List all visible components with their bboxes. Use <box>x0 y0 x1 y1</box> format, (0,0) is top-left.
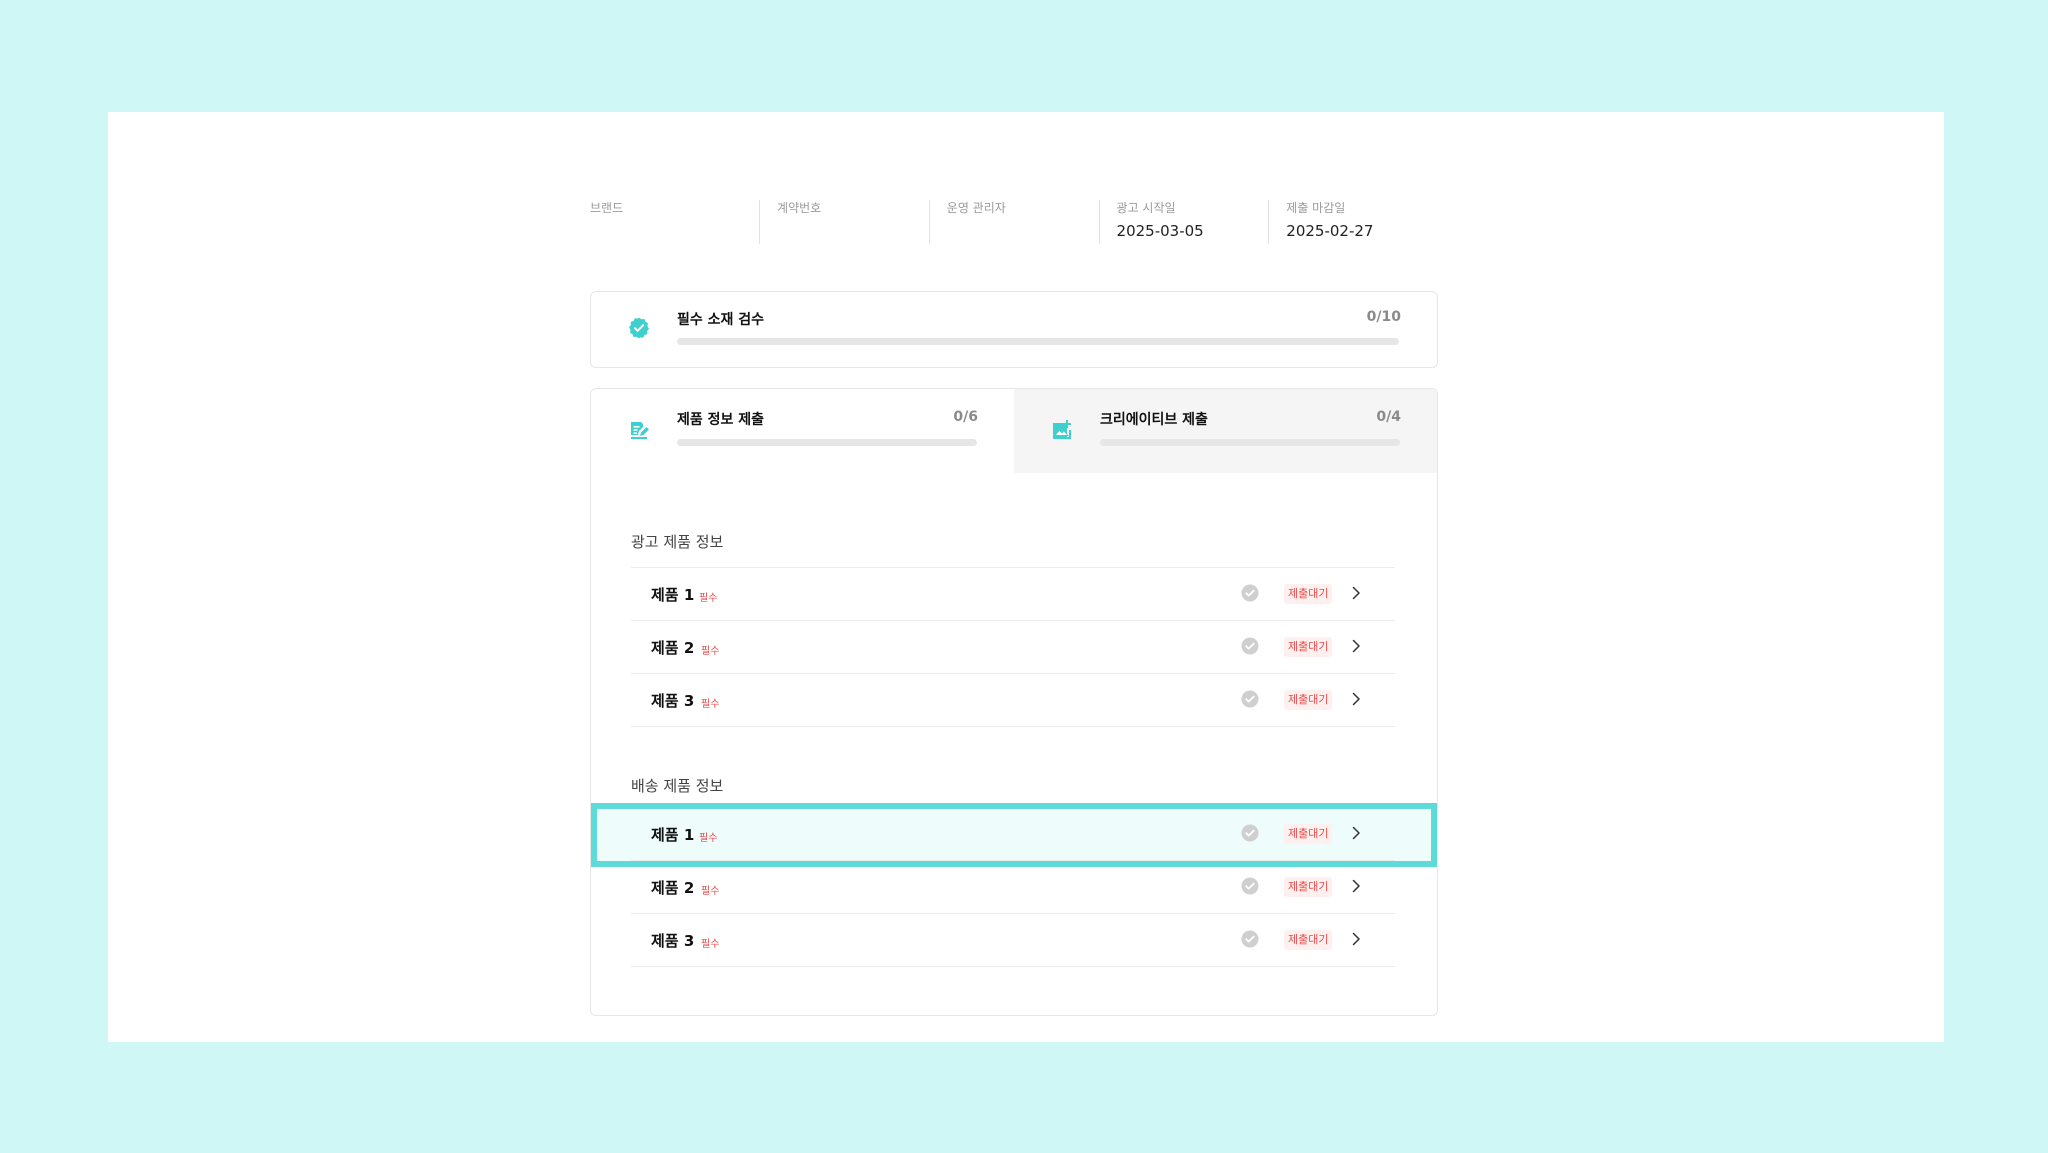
required-check-progress-track <box>677 338 1399 345</box>
check-circle-icon <box>1241 690 1259 708</box>
info-ad-start-value: 2025-03-05 <box>1116 222 1204 240</box>
status-badge: 제출대기 <box>1284 637 1333 657</box>
tab-product-info-title: 제품 정보 제출 <box>677 412 765 428</box>
document-edit-icon <box>631 422 649 439</box>
list-item[interactable]: 제품 1 필수 제출대기 <box>631 567 1395 620</box>
info-deadline-label: 제출 마감일 <box>1286 201 1346 215</box>
info-brand-label: 브랜드 <box>590 201 624 215</box>
required-check-card: 필수 소재 검수 0/10 <box>590 291 1438 368</box>
required-tag: 필수 <box>701 939 720 950</box>
info-deadline: 제출 마감일 2025-02-27 <box>1268 200 1438 244</box>
list-item[interactable]: 제품 2 필수 제출대기 <box>631 860 1395 913</box>
shipping-products-list: 제품 1 필수 제출대기 제품 2 필수 제출대기 제품 3 필수 제출대기 <box>631 807 1395 967</box>
required-tag: 필수 <box>701 646 720 657</box>
info-manager: 운영 관리자 <box>928 200 1099 244</box>
info-brand: 브랜드 <box>590 200 759 244</box>
info-contract-label: 계약번호 <box>777 201 822 215</box>
required-tag: 필수 <box>701 886 720 897</box>
status-badge: 제출대기 <box>1284 584 1333 604</box>
required-check-title: 필수 소재 검수 <box>677 312 765 328</box>
status-badge: 제출대기 <box>1284 690 1333 710</box>
tab-product-info-count: 0/6 <box>953 409 978 425</box>
required-tag: 필수 <box>699 593 718 604</box>
chevron-right-icon[interactable] <box>1348 878 1364 894</box>
product-name: 제품 1 <box>651 586 695 604</box>
page-frame: 브랜드 계약번호 운영 관리자 광고 시작일 2025-03-05 제출 마감일… <box>108 112 1944 1042</box>
submission-card: 제품 정보 제출 0/6 크리에이티브 제출 0/4 광고 제품 정보 제품 1… <box>590 388 1438 1016</box>
required-tag: 필수 <box>701 699 720 710</box>
chevron-right-icon[interactable] <box>1348 825 1364 841</box>
check-circle-icon <box>1241 637 1259 655</box>
list-item[interactable]: 제품 2 필수 제출대기 <box>631 620 1395 673</box>
product-name: 제품 3 <box>651 932 695 950</box>
product-name: 제품 2 <box>651 879 695 897</box>
list-item[interactable]: 제품 1 필수 제출대기 <box>631 807 1395 860</box>
check-circle-icon <box>1241 930 1259 948</box>
tab-creative-progress-track <box>1100 439 1400 446</box>
verified-badge-icon <box>629 317 649 339</box>
product-name: 제품 1 <box>651 826 695 844</box>
required-tag: 필수 <box>699 833 718 844</box>
check-circle-icon <box>1241 584 1259 602</box>
required-check-count: 0/10 <box>1366 309 1401 325</box>
info-manager-label: 운영 관리자 <box>946 201 1006 215</box>
chevron-right-icon[interactable] <box>1348 585 1364 601</box>
section-title-ad-products: 광고 제품 정보 <box>631 533 724 551</box>
tab-product-info[interactable]: 제품 정보 제출 0/6 <box>591 389 1014 473</box>
status-badge: 제출대기 <box>1284 877 1333 897</box>
info-ad-start: 광고 시작일 2025-03-05 <box>1098 200 1269 244</box>
contract-info-row: 브랜드 계약번호 운영 관리자 광고 시작일 2025-03-05 제출 마감일… <box>590 200 1438 244</box>
chevron-right-icon[interactable] <box>1348 691 1364 707</box>
section-title-shipping-products: 배송 제품 정보 <box>631 777 724 795</box>
check-circle-icon <box>1241 824 1259 842</box>
list-item[interactable]: 제품 3 필수 제출대기 <box>631 673 1395 727</box>
ad-products-list: 제품 1 필수 제출대기 제품 2 필수 제출대기 제품 3 필수 제출대기 <box>631 567 1395 727</box>
list-item[interactable]: 제품 3 필수 제출대기 <box>631 913 1395 967</box>
info-contract: 계약번호 <box>759 200 929 244</box>
info-ad-start-label: 광고 시작일 <box>1116 201 1176 215</box>
tab-creative-title: 크리에이티브 제출 <box>1100 412 1208 428</box>
product-name: 제품 3 <box>651 692 695 710</box>
info-deadline-value: 2025-02-27 <box>1286 222 1374 240</box>
tab-creative[interactable]: 크리에이티브 제출 0/4 <box>1014 389 1437 473</box>
status-badge: 제출대기 <box>1284 824 1333 844</box>
tab-product-info-progress-track <box>677 439 977 446</box>
product-name: 제품 2 <box>651 639 695 657</box>
chevron-right-icon[interactable] <box>1348 931 1364 947</box>
status-badge: 제출대기 <box>1284 930 1333 950</box>
check-circle-icon <box>1241 877 1259 895</box>
tab-creative-count: 0/4 <box>1376 409 1401 425</box>
chevron-right-icon[interactable] <box>1348 638 1364 654</box>
image-add-icon <box>1053 420 1071 439</box>
